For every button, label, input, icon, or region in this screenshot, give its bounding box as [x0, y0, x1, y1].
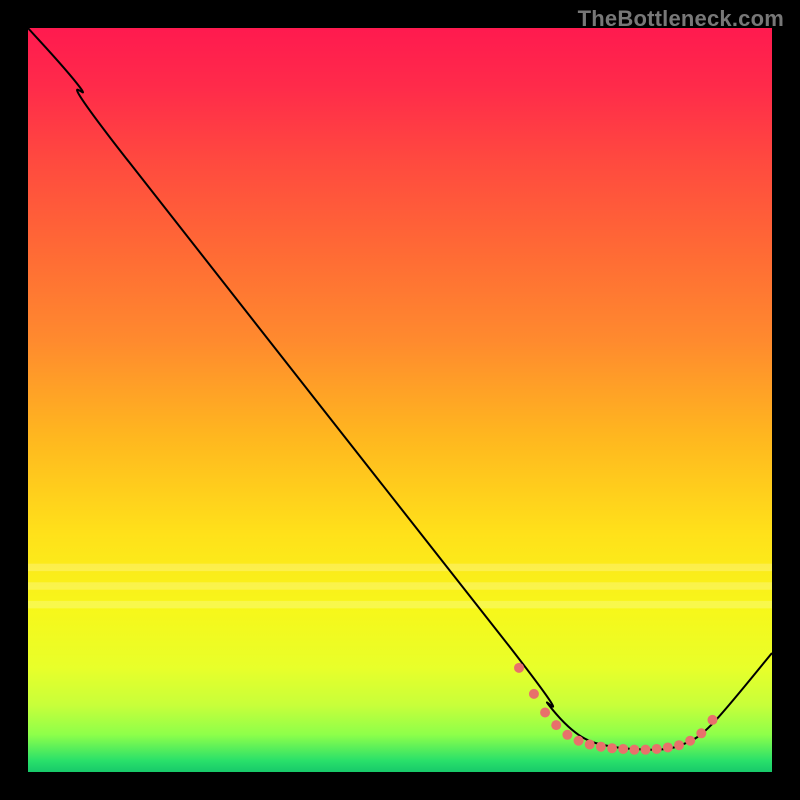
- curve-marker-dot: [674, 740, 684, 750]
- curve-marker-dot: [562, 730, 572, 740]
- highlight-bands: [28, 564, 772, 609]
- gradient-background: [28, 28, 772, 772]
- highlight-band: [28, 601, 772, 608]
- curve-marker-dot: [540, 707, 550, 717]
- chart-stage: TheBottleneck.com: [0, 0, 800, 800]
- curve-marker-dot: [551, 720, 561, 730]
- curve-marker-dot: [596, 742, 606, 752]
- curve-marker-dot: [641, 745, 651, 755]
- chart-svg: [0, 0, 800, 800]
- highlight-band: [28, 564, 772, 571]
- curve-marker-dot: [574, 736, 584, 746]
- curve-marker-dot: [696, 728, 706, 738]
- curve-marker-dot: [514, 663, 524, 673]
- plot-area: [28, 28, 772, 772]
- highlight-band: [28, 582, 772, 589]
- curve-marker-dot: [663, 742, 673, 752]
- curve-marker-dot: [707, 715, 717, 725]
- curve-marker-dot: [629, 745, 639, 755]
- curve-marker-dot: [652, 744, 662, 754]
- curve-marker-dot: [618, 744, 628, 754]
- curve-marker-dot: [607, 743, 617, 753]
- curve-marker-dot: [585, 739, 595, 749]
- curve-marker-dot: [529, 689, 539, 699]
- curve-marker-dot: [685, 736, 695, 746]
